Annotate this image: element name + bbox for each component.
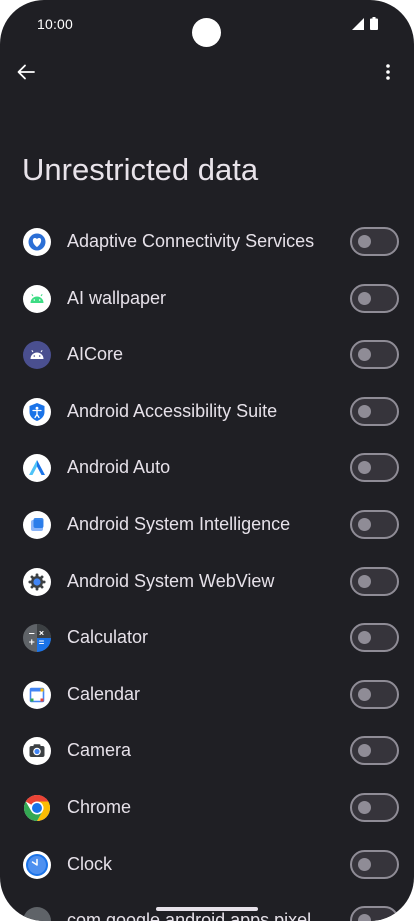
app-row-camera[interactable]: Camera — [0, 723, 414, 780]
more-options-button[interactable] — [374, 60, 402, 88]
arrow-back-icon — [17, 63, 35, 86]
app-label: AI wallpaper — [67, 287, 167, 308]
toggle-thumb — [358, 914, 371, 921]
aicore-icon — [23, 341, 51, 370]
calculator-icon — [23, 624, 51, 653]
adaptive-connectivity-icon — [23, 228, 51, 256]
clock-icon — [23, 850, 51, 879]
camera-icon — [23, 737, 51, 766]
app-row-accessibility-suite[interactable]: Android Accessibility Suite — [0, 384, 414, 441]
status-icons — [352, 17, 378, 35]
unrestricted-data-toggle[interactable] — [350, 509, 399, 539]
unrestricted-data-toggle[interactable] — [350, 849, 399, 879]
toggle-thumb — [358, 461, 371, 475]
app-label: Calculator — [67, 627, 149, 648]
toggle-thumb — [358, 744, 371, 758]
unrestricted-data-toggle[interactable] — [350, 227, 399, 256]
webview-gear-icon — [23, 567, 51, 596]
toggle-thumb — [358, 291, 371, 305]
toggle-thumb — [358, 404, 371, 418]
toggle-thumb — [358, 631, 371, 645]
android-robot-icon — [23, 284, 51, 313]
gesture-navigation-handle[interactable] — [156, 907, 258, 911]
app-label: Chrome — [67, 796, 132, 817]
app-row-clock[interactable]: Clock — [0, 837, 414, 894]
app-label: AICore — [67, 344, 124, 365]
toggle-thumb — [358, 235, 371, 248]
unrestricted-data-toggle[interactable] — [350, 340, 399, 370]
unrestricted-data-toggle[interactable] — [350, 566, 399, 596]
app-label: Android Accessibility Suite — [67, 400, 278, 421]
app-row-calendar[interactable]: Calendar — [0, 667, 414, 724]
unrestricted-data-toggle[interactable] — [350, 679, 399, 709]
app-row-calculator[interactable]: Calculator — [0, 610, 414, 667]
unrestricted-data-toggle[interactable] — [350, 396, 399, 426]
cellular-signal-icon — [352, 17, 364, 35]
unrestricted-data-toggle[interactable] — [350, 736, 399, 766]
status-bar: 10:00 — [0, 0, 414, 48]
back-button[interactable] — [12, 60, 40, 88]
app-label: Calendar — [67, 683, 141, 704]
toggle-thumb — [358, 857, 371, 871]
status-time: 10:00 — [37, 16, 74, 32]
app-label: Camera — [67, 740, 132, 761]
app-row-system-intelligence[interactable]: Android System Intelligence — [0, 497, 414, 554]
unrestricted-data-toggle[interactable] — [350, 453, 399, 483]
app-row-chrome[interactable]: Chrome — [0, 780, 414, 837]
generic-app-icon — [23, 907, 51, 921]
camera-cutout — [192, 18, 221, 47]
app-row-system-webview[interactable]: Android System WebView — [0, 554, 414, 611]
unrestricted-data-toggle[interactable] — [350, 283, 399, 313]
unrestricted-data-toggle[interactable] — [350, 623, 399, 653]
chrome-icon — [23, 794, 51, 822]
toggle-thumb — [358, 687, 371, 701]
calendar-icon — [23, 680, 51, 709]
app-label: Android Auto — [67, 457, 171, 478]
app-row-aicore[interactable]: AICore — [0, 327, 414, 384]
app-label: Clock — [67, 853, 113, 874]
app-row-adaptive-connectivity[interactable]: Adaptive Connectivity Services — [0, 214, 414, 271]
app-label: Android System WebView — [67, 570, 275, 591]
top-app-bar — [0, 56, 414, 96]
app-label: Android System Intelligence — [67, 513, 291, 534]
unrestricted-data-toggle[interactable] — [350, 792, 399, 822]
toggle-thumb — [358, 574, 371, 588]
phone-screen: 10:00 Unrestricted data Adaptive Connect… — [0, 0, 414, 921]
toggle-thumb — [358, 800, 371, 814]
app-row-ai-wallpaper[interactable]: AI wallpaper — [0, 271, 414, 328]
unrestricted-data-toggle[interactable] — [350, 906, 399, 921]
page-title: Unrestricted data — [22, 152, 259, 187]
battery-icon — [370, 17, 378, 35]
toggle-thumb — [358, 517, 371, 531]
toggle-thumb — [358, 348, 371, 362]
app-row-android-auto[interactable]: Android Auto — [0, 440, 414, 497]
android-auto-icon — [23, 454, 51, 483]
app-label: com.google.android.apps.pixel — [67, 910, 312, 921]
app-list: Adaptive Connectivity Services AI wallpa… — [0, 214, 414, 921]
more-vert-icon — [385, 63, 391, 86]
system-intelligence-icon — [23, 510, 51, 539]
accessibility-icon — [23, 397, 51, 426]
app-label: Adaptive Connectivity Services — [67, 231, 315, 251]
